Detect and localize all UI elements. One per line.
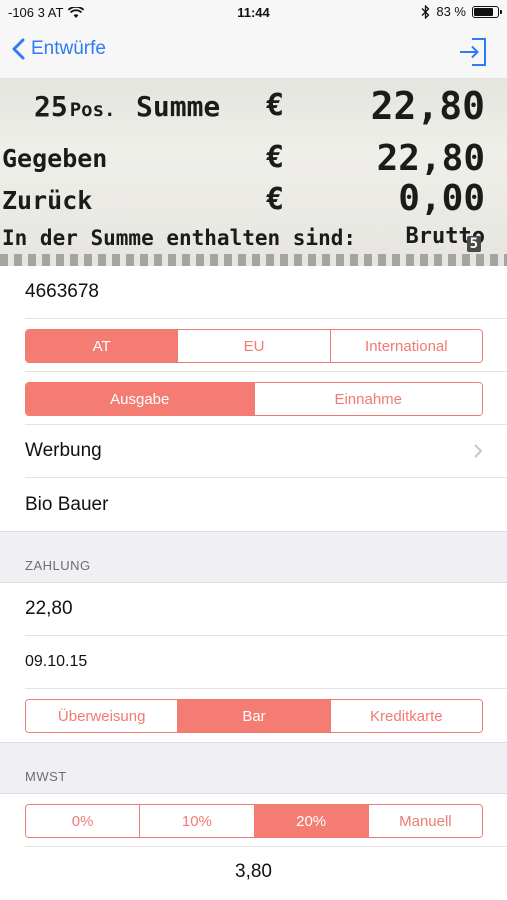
payment-option-credit-card[interactable]: Kreditkarte [330, 700, 482, 732]
chevron-left-icon [12, 38, 25, 60]
date-row[interactable]: 09.10.15 [25, 636, 507, 689]
vat-header-label: MWST [25, 769, 67, 784]
receipt-number-row[interactable]: 4663678 [25, 266, 507, 319]
receipt-photo[interactable]: 25 Pos. Summe € 22,80 Gegeben € 22,80 Zur… [0, 78, 507, 266]
receipt-line-total: 25 Pos. [34, 90, 115, 123]
vat-amount-row: 3,80 [0, 847, 507, 900]
payment-section-header: ZAHLUNG [0, 531, 507, 583]
receipt-sum-currency: € [266, 88, 285, 123]
vendor-field[interactable]: Bio Bauer [25, 494, 108, 516]
vat-section-header: MWST [0, 742, 507, 794]
receipt-pos: Pos. [69, 99, 116, 121]
status-right: 83 % [421, 4, 502, 19]
payment-option-cash[interactable]: Bar [178, 700, 331, 732]
type-row: Ausgabe Einnahme [25, 372, 507, 425]
region-option-eu[interactable]: EU [178, 330, 331, 362]
payment-option-transfer[interactable]: Überweisung [26, 700, 179, 732]
receipt-sum-label: Summe [136, 90, 221, 123]
battery-icon [472, 5, 502, 18]
vat-rate-row: 0% 10% 20% Manuell [25, 794, 507, 847]
export-icon [460, 38, 486, 66]
receipt-form: 4663678 AT EU International Ausgabe Einn… [0, 266, 507, 900]
receipt-change-label: Zurück [2, 186, 93, 215]
category-row[interactable]: Werbung [25, 425, 507, 478]
region-segmented-control: AT EU International [25, 329, 483, 363]
status-bar: -106 3 AT 11:44 83 % [0, 0, 507, 26]
bluetooth-icon [421, 4, 430, 19]
back-button-label: Entwürfe [31, 38, 106, 59]
type-option-income[interactable]: Einnahme [254, 383, 482, 415]
receipt-change-currency: € [266, 182, 285, 217]
vat-segmented-control: 0% 10% 20% Manuell [25, 804, 483, 838]
amount-row[interactable]: 22,80 [25, 583, 507, 636]
amount-field[interactable]: 22,80 [25, 598, 73, 620]
category-value: Werbung [25, 440, 102, 461]
vat-option-10[interactable]: 10% [140, 805, 255, 837]
receipt-page-marker: 5 [466, 236, 481, 252]
receipt-given-label: Gegeben [2, 144, 108, 173]
payment-header-label: ZAHLUNG [25, 558, 91, 573]
navigation-bar: Entwürfe [0, 26, 507, 78]
vat-option-0[interactable]: 0% [26, 805, 141, 837]
receipt-included-text: In der Summe enthalten sind: [2, 226, 357, 250]
receipt-sum-amount: 22,80 [370, 84, 485, 128]
vendor-row[interactable]: Bio Bauer [25, 478, 507, 531]
type-segmented-control: Ausgabe Einnahme [25, 382, 483, 416]
battery-percent: 83 % [436, 4, 466, 19]
region-option-at[interactable]: AT [26, 330, 179, 362]
chevron-right-icon [474, 444, 483, 458]
receipt-cut-line [0, 254, 507, 266]
vat-option-20[interactable]: 20% [254, 805, 369, 837]
date-field[interactable]: 09.10.15 [25, 653, 87, 671]
receipt-change-amount: 0,00 [398, 178, 485, 219]
receipt-given-currency: € [266, 140, 285, 175]
vat-option-manual[interactable]: Manuell [368, 805, 482, 837]
region-row: AT EU International [25, 319, 507, 372]
type-option-expense[interactable]: Ausgabe [26, 383, 255, 415]
back-button[interactable]: Entwürfe [12, 38, 106, 60]
vat-amount-value: 3,80 [235, 861, 272, 882]
receipt-given-amount: 22,80 [376, 138, 485, 179]
payment-segmented-control: Überweisung Bar Kreditkarte [25, 699, 483, 733]
receipt-count: 25 [34, 90, 68, 123]
region-option-international[interactable]: International [330, 330, 482, 362]
battery-fill [474, 7, 494, 16]
export-button[interactable] [457, 36, 489, 68]
receipt-number-field[interactable]: 4663678 [25, 281, 99, 303]
payment-method-row: Überweisung Bar Kreditkarte [25, 689, 507, 742]
